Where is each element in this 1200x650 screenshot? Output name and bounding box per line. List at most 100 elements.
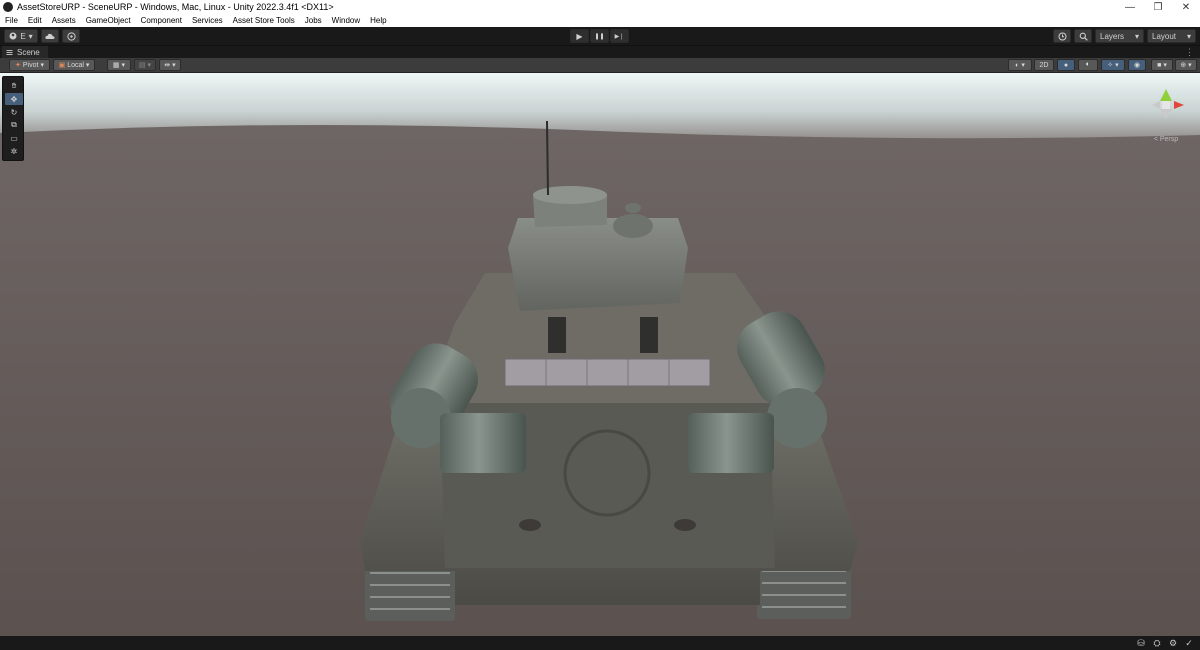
- gizmos-dropdown[interactable]: ⊕ ▾: [1175, 59, 1197, 71]
- play-icon: ▶: [576, 31, 583, 41]
- left-vent: [548, 317, 566, 353]
- audio-icon: 🔈︎: [1085, 61, 1091, 68]
- debug-mode-icon[interactable]: ⚙: [1168, 638, 1178, 648]
- pivot-dropdown[interactable]: ✦ Pivot ▾: [9, 59, 50, 71]
- pivot-label: Pivot: [22, 61, 39, 69]
- unity-logo-icon: [3, 2, 13, 12]
- menu-services[interactable]: Services: [187, 16, 228, 25]
- hand-tool[interactable]: ✋︎: [5, 80, 23, 92]
- audio-toggle[interactable]: 🔈︎: [1078, 59, 1098, 71]
- local-icon: ▣: [58, 62, 66, 69]
- align-dropdown[interactable]: ⇹ ▾: [159, 59, 181, 71]
- kebab-menu-icon[interactable]: ⋮: [1185, 47, 1194, 58]
- local-dropdown[interactable]: ▣ Local ▾: [53, 59, 95, 71]
- scene-render[interactable]: < Persp: [0, 73, 1200, 636]
- tab-bar: Scene ⋮: [0, 45, 1200, 59]
- turret: [508, 218, 688, 311]
- rotate-icon: ↻: [10, 107, 18, 117]
- chevron-down-icon: ▾: [121, 62, 126, 69]
- menu-file[interactable]: File: [0, 16, 23, 25]
- undo-history-button[interactable]: [1053, 29, 1071, 43]
- title-bar: AssetStoreURP - SceneURP - Windows, Mac,…: [0, 0, 1200, 14]
- main-toolbar: E ▾ ▶ ❚❚ ▶❘ Layers ▾ Layout ▾: [0, 27, 1200, 45]
- layout-dropdown[interactable]: Layout ▾: [1147, 29, 1196, 43]
- cloud-button[interactable]: [41, 29, 59, 43]
- gizmo-center[interactable]: [1162, 101, 1170, 109]
- gizmos-icon: ⊕: [1180, 62, 1187, 69]
- tool-palette: ✋︎ ✥ ↻ ⧉ ▭ ✲: [2, 76, 24, 161]
- menu-jobs[interactable]: Jobs: [300, 16, 327, 25]
- chevron-down-icon: ▾: [1163, 62, 1167, 69]
- menu-component[interactable]: Component: [136, 16, 187, 25]
- menu-gameobject[interactable]: GameObject: [81, 16, 136, 25]
- toolbar-right: Layers ▾ Layout ▾: [1053, 29, 1196, 43]
- camera-dropdown[interactable]: ■ ▾: [1151, 59, 1173, 71]
- shading-icon: ◐: [1015, 61, 1020, 69]
- layers-dropdown[interactable]: Layers ▾: [1095, 29, 1144, 43]
- minimize-button[interactable]: —: [1116, 0, 1144, 14]
- grid-snapping-dropdown[interactable]: ▦ ▾: [107, 59, 131, 71]
- history-icon: [1058, 32, 1066, 40]
- search-icon: [1079, 32, 1088, 41]
- pause-icon: ❚❚: [594, 33, 605, 40]
- align-icon: ⇹: [164, 62, 171, 69]
- cloud-icon: [45, 33, 55, 39]
- menu-window[interactable]: Window: [327, 16, 365, 25]
- scene-tab-icon: [6, 50, 13, 55]
- transform-tool[interactable]: ✲: [5, 145, 23, 157]
- step-icon: ▶❘: [614, 33, 625, 40]
- account-label: E: [20, 31, 26, 41]
- chevron-down-icon: ▾: [40, 62, 44, 69]
- transform-icon: ✲: [10, 146, 18, 156]
- chevron-down-icon: ▾: [28, 31, 33, 41]
- account-icon: [9, 32, 17, 40]
- move-icon: ✥: [10, 94, 18, 104]
- cache-server-icon[interactable]: ⛁: [1136, 638, 1146, 648]
- collab-button[interactable]: [62, 29, 80, 43]
- left-track: [365, 563, 455, 621]
- menu-assets[interactable]: Assets: [47, 16, 81, 25]
- menu-edit[interactable]: Edit: [23, 16, 47, 25]
- status-bar: ⛁ ⛭ ⚙ ✓: [0, 636, 1200, 650]
- window-title: AssetStoreURP - SceneURP - Windows, Mac,…: [17, 2, 334, 12]
- layout-label: Layout: [1152, 31, 1177, 41]
- chevron-down-icon: ▾: [1134, 31, 1139, 41]
- gizmo-persp-label[interactable]: < Persp: [1154, 136, 1178, 143]
- effects-dropdown[interactable]: ✧ ▾: [1101, 59, 1125, 71]
- increment-snap-dropdown[interactable]: ▤ ▾: [134, 59, 156, 71]
- right-vent: [640, 317, 658, 353]
- collab-icon: [66, 31, 76, 41]
- chevron-down-icon: ▾: [1115, 62, 1119, 69]
- search-button[interactable]: [1074, 29, 1092, 43]
- close-button[interactable]: ✕: [1172, 0, 1200, 14]
- play-button[interactable]: ▶: [570, 29, 589, 43]
- draw-mode-dropdown[interactable]: ◐ ▾: [1008, 59, 1032, 71]
- rect-tool[interactable]: ▭: [5, 132, 23, 144]
- move-tool[interactable]: ✥: [5, 93, 23, 105]
- scale-tool[interactable]: ⧉: [5, 119, 23, 131]
- mode-2d-label: 2D: [1039, 61, 1049, 69]
- menu-help[interactable]: Help: [365, 16, 391, 25]
- scene-viewport[interactable]: < Persp: [0, 73, 1200, 636]
- lighting-toggle[interactable]: ●: [1057, 59, 1075, 71]
- chevron-down-icon: ▾: [1186, 31, 1191, 41]
- cupola-top: [533, 186, 607, 204]
- step-button[interactable]: ▶❘: [610, 29, 629, 43]
- scene-visibility-toggle[interactable]: ◉: [1128, 59, 1146, 71]
- scene-toolbar: ✦ Pivot ▾ ▣ Local ▾ ▦ ▾ ▤ ▾ ⇹ ▾ ◐ ▾ 2D ● 🔈︎ …: [0, 58, 1200, 73]
- camera-icon: ■: [1157, 61, 1162, 69]
- chevron-down-icon: ▾: [147, 62, 152, 69]
- rotate-tool[interactable]: ↻: [5, 106, 23, 118]
- restore-button[interactable]: ❐: [1144, 0, 1172, 14]
- window-controls: — ❐ ✕: [1116, 0, 1200, 14]
- account-dropdown[interactable]: E ▾: [4, 29, 38, 43]
- menu-asset-store-tools[interactable]: Asset Store Tools: [228, 16, 300, 25]
- lightbulb-icon: ●: [1063, 61, 1069, 69]
- local-label: Local: [67, 61, 84, 69]
- progress-icon[interactable]: ⛭: [1152, 638, 1162, 648]
- hand-icon: ✋︎: [11, 81, 17, 90]
- toggle-2d-button[interactable]: 2D: [1034, 59, 1054, 71]
- pause-button[interactable]: ❚❚: [590, 29, 609, 43]
- auto-refresh-icon[interactable]: ✓: [1184, 638, 1194, 648]
- chevron-down-icon: ▾: [1021, 62, 1025, 69]
